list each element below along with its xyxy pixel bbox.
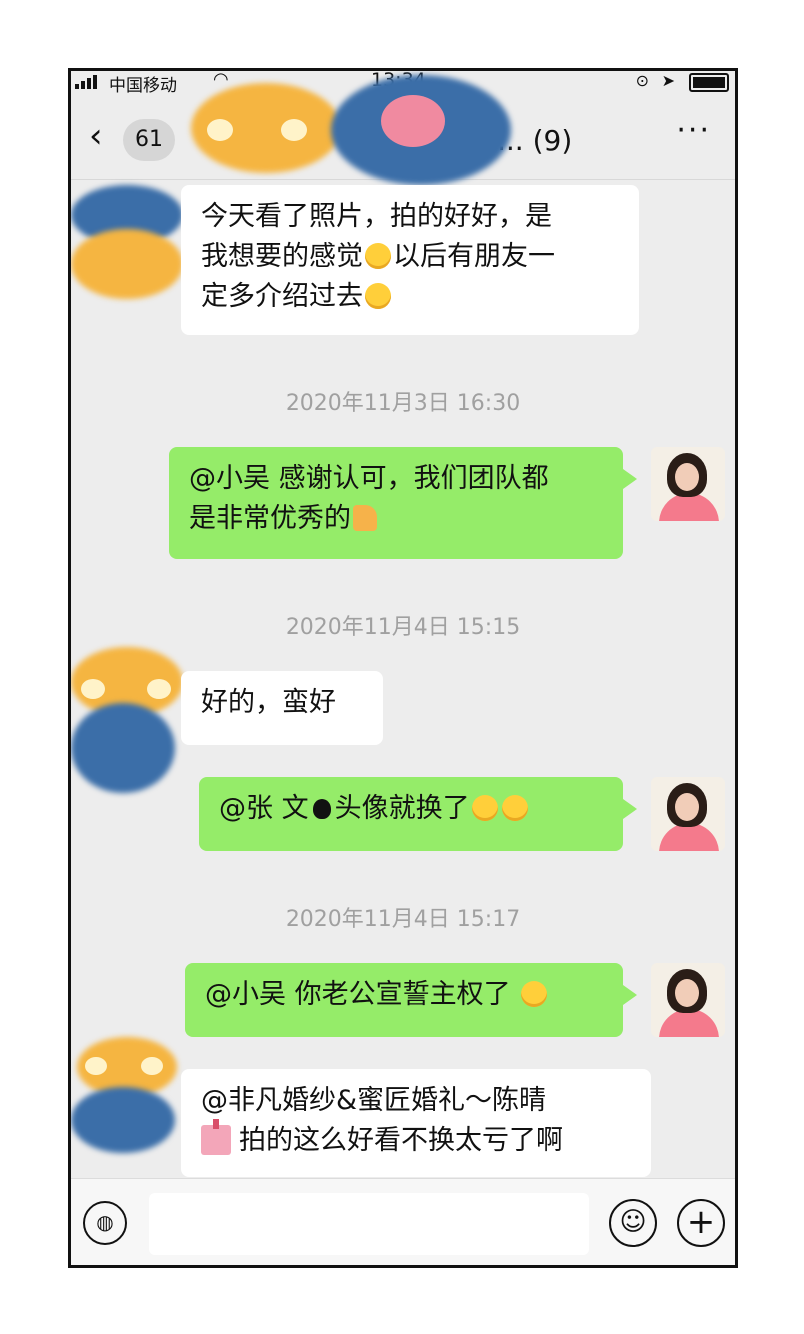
message-text: @非凡婚纱&蜜匠婚礼～陈晴 bbox=[201, 1085, 547, 1116]
smile-emoji-icon bbox=[365, 243, 391, 269]
message-text: 以后有朋友一 bbox=[393, 241, 555, 272]
phone-screen: 中国移动 ◠ 13:34 ⊙ ➤ ‹ 61 摄沟... (9) ··· 今天看了… bbox=[68, 68, 738, 1268]
self-avatar[interactable] bbox=[651, 447, 725, 521]
message-text: 头像就换了 bbox=[334, 793, 470, 824]
message-text: @张 文 bbox=[219, 793, 309, 824]
church-emoji-icon bbox=[201, 1119, 231, 1155]
plus-icon[interactable]: + bbox=[677, 1199, 725, 1247]
message-timestamp: 2020年11月4日 15:17 bbox=[285, 907, 521, 932]
message-text: 拍的这么好看不换太亏了啊 bbox=[239, 1125, 563, 1156]
message-text: 好的，蛮好 bbox=[201, 687, 336, 718]
smile-emoji-icon bbox=[365, 283, 391, 309]
message-bubble-outgoing[interactable]: @小吴 你老公宣誓主权了 bbox=[185, 963, 637, 1037]
message-input[interactable] bbox=[149, 1193, 589, 1255]
message-text: 我想要的感觉 bbox=[201, 241, 363, 272]
self-avatar[interactable] bbox=[651, 963, 725, 1037]
sender-avatar[interactable] bbox=[71, 647, 183, 797]
message-text: 今天看了照片，拍的好好，是 bbox=[201, 201, 552, 232]
rotation-lock-icon: ⊙ bbox=[635, 71, 649, 90]
message-timestamp: 2020年11月4日 15:15 bbox=[285, 615, 521, 640]
thinking-emoji-icon bbox=[471, 795, 498, 821]
sender-avatar[interactable] bbox=[71, 1037, 183, 1157]
message-bubble-incoming[interactable]: 好的，蛮好 bbox=[181, 671, 383, 745]
emoji-icon[interactable]: ☺ bbox=[609, 1199, 657, 1247]
sender-avatar[interactable] bbox=[71, 185, 183, 301]
message-list[interactable]: 今天看了照片，拍的好好，是 我想要的感觉 以后有朋友一 定多介绍过去 2020年1… bbox=[71, 179, 735, 1179]
message-bubble-outgoing[interactable]: @张 文头像就换了 bbox=[199, 777, 637, 851]
more-options-icon[interactable]: ··· bbox=[676, 113, 711, 148]
wink-tongue-emoji-icon bbox=[501, 795, 528, 821]
message-text: 定多介绍过去 bbox=[201, 281, 363, 312]
thumbs-up-emoji-icon bbox=[353, 505, 377, 531]
message-text: 是非常优秀的 bbox=[189, 503, 351, 534]
message-bubble-incoming[interactable]: 今天看了照片，拍的好好，是 我想要的感觉 以后有朋友一 定多介绍过去 bbox=[181, 185, 639, 335]
header-sticker-obscure bbox=[191, 75, 511, 185]
message-text: @小吴 感谢认可，我们团队都 bbox=[189, 463, 549, 494]
apple-logo-icon bbox=[312, 799, 331, 819]
signal-icon bbox=[75, 75, 97, 89]
input-bar: ◍ ☺ + bbox=[71, 1178, 735, 1265]
message-bubble-incoming[interactable]: @非凡婚纱&蜜匠婚礼～陈晴 拍的这么好看不换太亏了啊 bbox=[181, 1069, 651, 1177]
self-avatar[interactable] bbox=[651, 777, 725, 851]
battery-icon bbox=[689, 73, 729, 92]
location-icon: ➤ bbox=[661, 71, 675, 90]
message-text: @小吴 你老公宣誓主权了 bbox=[205, 979, 511, 1010]
voice-icon[interactable]: ◍ bbox=[83, 1201, 127, 1245]
message-timestamp: 2020年11月3日 16:30 bbox=[285, 391, 521, 416]
back-unread-count[interactable]: 61 bbox=[123, 119, 175, 161]
back-chevron-icon[interactable]: ‹ bbox=[89, 119, 103, 153]
grin-emoji-icon bbox=[521, 981, 548, 1007]
message-bubble-outgoing[interactable]: @小吴 感谢认可，我们团队都 是非常优秀的 bbox=[169, 447, 637, 559]
